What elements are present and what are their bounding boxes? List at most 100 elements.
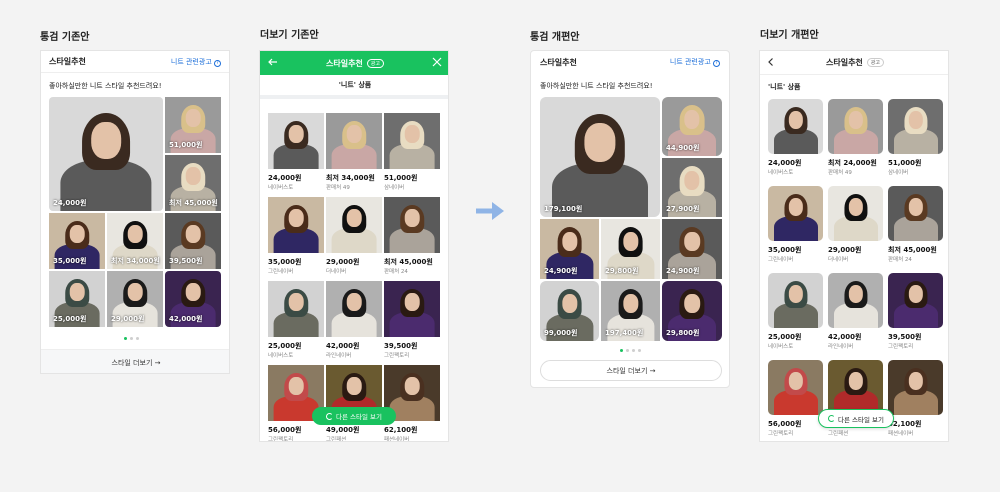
back-arrow-icon[interactable] bbox=[766, 57, 776, 67]
product-photo[interactable] bbox=[888, 360, 943, 415]
product-photo[interactable] bbox=[828, 360, 883, 415]
product-item[interactable]: 최저 45,000원 판매처 24 bbox=[888, 186, 943, 273]
card-subtitle: 좋아하실만한 니트 스타일 추천드려요! bbox=[49, 82, 162, 90]
style-more-button[interactable]: 스타일 더보기 → bbox=[540, 360, 722, 381]
page-dot[interactable] bbox=[124, 337, 127, 340]
product-photo[interactable] bbox=[268, 197, 324, 253]
product-item[interactable]: 51,000원 삼네이버 bbox=[384, 113, 440, 197]
product-shop: 그린팩토리 bbox=[268, 437, 294, 442]
product-price: 25,000원 bbox=[768, 333, 802, 341]
product-photo[interactable] bbox=[384, 197, 440, 253]
product-price: 39,500원 bbox=[384, 342, 418, 350]
page-dot[interactable] bbox=[136, 337, 139, 340]
product-photo[interactable] bbox=[384, 281, 440, 337]
product-item[interactable]: 25,000원 네이버스토 bbox=[768, 273, 823, 360]
style-photo[interactable]: 197,400원 bbox=[601, 281, 660, 341]
style-photo[interactable]: 99,000원 bbox=[540, 281, 599, 341]
product-price: 56,000원 bbox=[268, 426, 302, 434]
product-price: 51,000원 bbox=[384, 174, 418, 182]
product-price: 56,000원 bbox=[768, 420, 802, 428]
ad-badge: 광고 bbox=[366, 58, 384, 68]
page-dots bbox=[620, 349, 641, 352]
style-photo[interactable]: 29,800원 bbox=[662, 281, 722, 341]
product-item[interactable]: 39,500원 그린팩토리 bbox=[888, 273, 943, 360]
close-icon[interactable] bbox=[431, 56, 443, 68]
product-item[interactable]: 62,100원 패션네이버 bbox=[888, 360, 943, 441]
product-shop: 패션네이버 bbox=[888, 431, 914, 437]
product-item[interactable]: 25,000원 네이버스토 bbox=[268, 281, 324, 365]
product-price: 29,000원 bbox=[828, 246, 862, 254]
product-shop: 그린네이버 bbox=[768, 257, 794, 263]
product-photo[interactable] bbox=[828, 186, 883, 241]
style-photo[interactable]: 179,100원 bbox=[540, 97, 660, 217]
style-photo[interactable]: 25,000원 bbox=[49, 271, 105, 327]
style-price: 99,000원 bbox=[544, 329, 578, 337]
product-photo[interactable] bbox=[384, 113, 440, 169]
other-style-label: 다른 스타일 보기 bbox=[838, 415, 884, 424]
style-photo[interactable]: 24,000원 bbox=[49, 97, 163, 211]
product-photo[interactable] bbox=[888, 273, 943, 328]
product-item[interactable]: 56,000원그린팩토리 bbox=[268, 365, 324, 442]
product-photo[interactable] bbox=[828, 99, 883, 154]
keyword-tab[interactable]: '니트' 상품 bbox=[260, 75, 448, 99]
style-photo[interactable]: 39,500원 bbox=[165, 213, 221, 269]
product-photo[interactable] bbox=[326, 197, 382, 253]
product-item[interactable]: 24,000원 네이버스토 bbox=[268, 113, 324, 197]
product-item[interactable]: 42,000원 라인네이버 bbox=[326, 281, 382, 365]
other-style-button[interactable]: 다른 스타일 보기 bbox=[312, 407, 396, 425]
keyword-tab[interactable]: '니트' 상품 bbox=[768, 82, 800, 92]
ad-link[interactable]: 니트 관련광고 ? bbox=[171, 57, 221, 67]
product-item[interactable]: 39,500원 그린팩토리 bbox=[384, 281, 440, 365]
product-item[interactable]: 51,000원 삼네이버 bbox=[888, 99, 943, 186]
page-dot[interactable] bbox=[626, 349, 629, 352]
page-dot[interactable] bbox=[632, 349, 635, 352]
style-photo[interactable]: 42,000원 bbox=[165, 271, 221, 327]
product-photo[interactable] bbox=[768, 186, 823, 241]
style-photo[interactable]: 최저 34,000원 bbox=[107, 213, 163, 269]
product-photo[interactable] bbox=[768, 273, 823, 328]
style-price: 27,900원 bbox=[666, 205, 700, 213]
product-photo[interactable] bbox=[326, 281, 382, 337]
product-item[interactable]: 62,100원 패션네이버 bbox=[384, 365, 440, 441]
back-arrow-icon[interactable] bbox=[267, 56, 279, 68]
product-item[interactable]: 최저 34,000원 판매처 49 bbox=[326, 113, 382, 197]
style-photo[interactable]: 최저 45,000원 bbox=[165, 155, 221, 211]
product-item[interactable]: 35,000원 그린네이버 bbox=[768, 186, 823, 273]
product-item[interactable]: 49,000원그린패션 bbox=[326, 365, 382, 441]
product-shop: 네이버스토 bbox=[268, 353, 294, 359]
style-photo[interactable]: 29,800원 bbox=[601, 219, 660, 279]
product-photo[interactable] bbox=[268, 281, 324, 337]
style-photo[interactable]: 29,000원 bbox=[107, 271, 163, 327]
page-dot[interactable] bbox=[620, 349, 623, 352]
style-photo[interactable]: 24,900원 bbox=[540, 219, 599, 279]
page-dot[interactable] bbox=[130, 337, 133, 340]
style-photo[interactable]: 24,900원 bbox=[662, 219, 722, 279]
product-photo[interactable] bbox=[768, 360, 823, 415]
product-item[interactable]: 42,000원 라인네이버 bbox=[828, 273, 883, 360]
product-photo[interactable] bbox=[268, 113, 324, 169]
style-photo[interactable]: 35,000원 bbox=[49, 213, 105, 269]
product-item[interactable]: 29,000원 더네이버 bbox=[326, 197, 382, 281]
style-more-button[interactable]: 스타일 더보기 → bbox=[41, 349, 229, 373]
product-item[interactable]: 최저 45,000원 판매처 24 bbox=[384, 197, 440, 281]
product-photo[interactable] bbox=[326, 113, 382, 169]
style-photo[interactable]: 27,900원 bbox=[662, 158, 722, 217]
product-item[interactable]: 24,000원 네이버스토 bbox=[768, 99, 823, 186]
product-photo[interactable] bbox=[768, 99, 823, 154]
white-header: 스타일추천 광고 bbox=[760, 51, 948, 75]
product-item[interactable]: 56,000원 그린팩토리 bbox=[768, 360, 823, 441]
style-photo[interactable]: 44,900원 bbox=[662, 97, 722, 156]
product-item[interactable]: 최저 24,000원 판매처 49 bbox=[828, 99, 883, 186]
page-dot[interactable] bbox=[638, 349, 641, 352]
product-photo[interactable] bbox=[888, 99, 943, 154]
product-shop: 그린팩토리 bbox=[888, 344, 914, 350]
product-item[interactable]: 29,000원 더네이버 bbox=[828, 186, 883, 273]
product-shop: 네이버스토 bbox=[768, 170, 794, 176]
style-photo[interactable]: 51,000원 bbox=[165, 97, 221, 153]
product-item[interactable]: 49,000원그린패션 bbox=[828, 360, 883, 441]
product-item[interactable]: 35,000원 그린네이버 bbox=[268, 197, 324, 281]
other-style-button[interactable]: 다른 스타일 보기 bbox=[818, 409, 894, 428]
product-photo[interactable] bbox=[888, 186, 943, 241]
product-photo[interactable] bbox=[828, 273, 883, 328]
ad-link[interactable]: 니트 관련광고 ? bbox=[670, 57, 720, 67]
